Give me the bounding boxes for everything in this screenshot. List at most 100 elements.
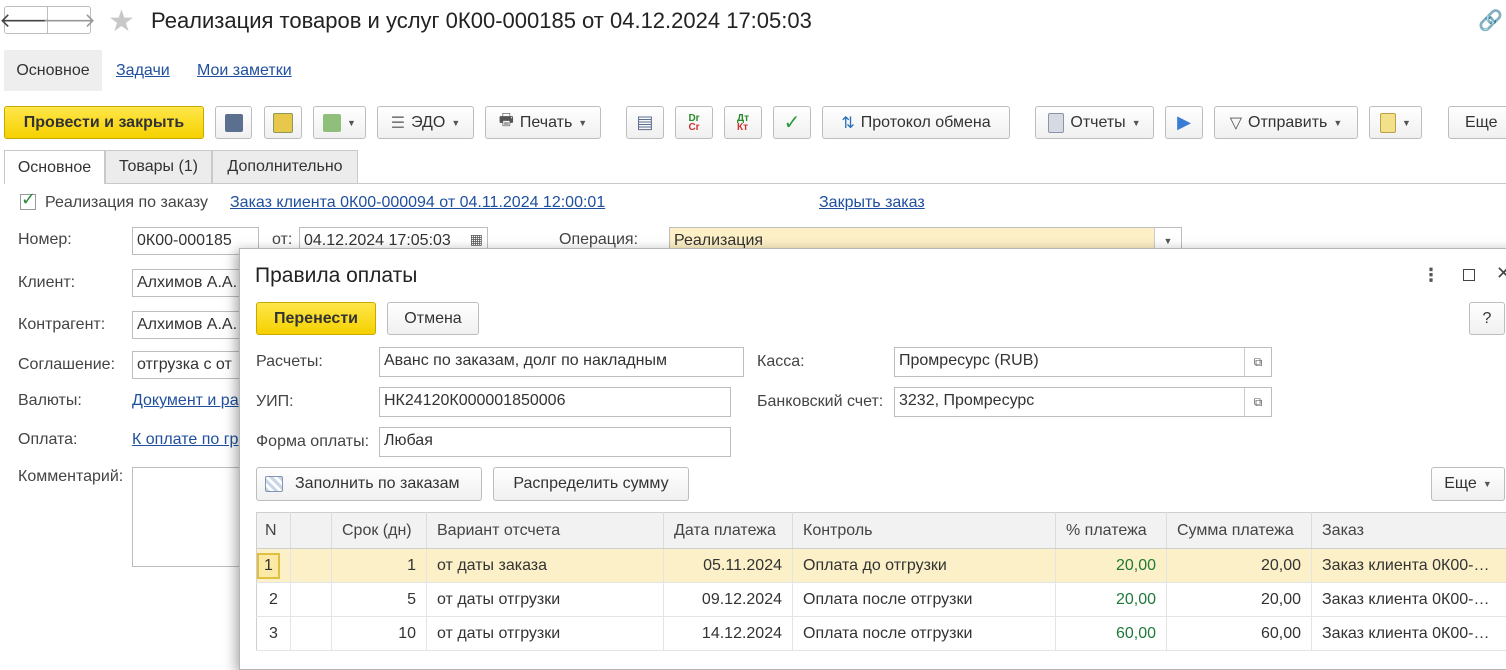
calendar-icon[interactable]: ▦ bbox=[470, 231, 483, 248]
cell-percent[interactable]: 20,00 bbox=[1056, 549, 1167, 583]
cell-order[interactable]: Заказ клиента 0К00-… bbox=[1312, 549, 1506, 583]
cell-control[interactable]: Оплата после отгрузки bbox=[793, 583, 1056, 617]
cell-percent[interactable]: 60,00 bbox=[1056, 617, 1167, 651]
favorite-star-icon[interactable]: ★ bbox=[108, 4, 135, 39]
dr-cr-button[interactable]: DrCr bbox=[675, 106, 713, 139]
col-percent[interactable]: % платежа bbox=[1056, 513, 1167, 549]
cancel-button[interactable]: Отмена bbox=[387, 302, 479, 335]
protocol-button[interactable]: ⇅Протокол обмена bbox=[822, 106, 1010, 139]
dialog-more-label: Еще bbox=[1444, 475, 1477, 493]
payment-link[interactable]: К оплате по гр bbox=[132, 431, 238, 449]
open-icon[interactable]: ⧉ bbox=[1244, 348, 1271, 376]
cell-term[interactable]: 10 bbox=[332, 617, 427, 651]
cell-control[interactable]: Оплата после отгрузки bbox=[793, 617, 1056, 651]
form-tab-additional[interactable]: Дополнительно bbox=[212, 150, 358, 183]
distribute-button[interactable]: Распределить сумму bbox=[493, 467, 689, 501]
cell-n[interactable]: 3 bbox=[257, 617, 291, 651]
nav-tab-main[interactable]: Основное bbox=[4, 50, 102, 91]
cell-date[interactable]: 05.11.2024 bbox=[664, 549, 793, 583]
post-and-close-button[interactable]: Провести и закрыть bbox=[4, 106, 204, 139]
order-link[interactable]: Заказ клиента 0К00-000094 от 04.11.2024 … bbox=[230, 194, 605, 212]
cell-icon[interactable] bbox=[291, 583, 332, 617]
contractor-field[interactable]: Алхимов А.А. bbox=[132, 311, 247, 339]
cell-amount[interactable]: 20,00 bbox=[1167, 583, 1312, 617]
table-row[interactable]: 2 5 от даты отгрузки 09.12.2024 Оплата п… bbox=[257, 583, 1506, 617]
payment-form-field[interactable]: Любая bbox=[379, 427, 731, 457]
edo-button[interactable]: ☰ЭДО▼ bbox=[377, 106, 474, 139]
list-button[interactable]: ▤ bbox=[626, 106, 664, 139]
maximize-icon[interactable] bbox=[1463, 269, 1475, 281]
cash-field[interactable]: Промресурс (RUB)⧉ bbox=[894, 347, 1272, 377]
reports-button[interactable]: Отчеты▼ bbox=[1035, 106, 1154, 139]
payment-rules-dialog: Правила оплаты ⋮ ✕ Перенести Отмена ? Ра… bbox=[239, 248, 1506, 670]
col-control[interactable]: Контроль bbox=[793, 513, 1056, 549]
transfer-button[interactable]: Перенести bbox=[256, 302, 376, 335]
dialog-more-button[interactable]: Еще▼ bbox=[1431, 467, 1505, 501]
settlements-field[interactable]: Аванс по заказам, долг по накладным bbox=[379, 347, 744, 377]
col-date[interactable]: Дата платежа bbox=[664, 513, 793, 549]
cell-icon[interactable] bbox=[291, 549, 332, 583]
cell-percent[interactable]: 20,00 bbox=[1056, 583, 1167, 617]
print-button[interactable]: 🖶Печать▼ bbox=[485, 106, 601, 139]
col-n[interactable]: N bbox=[257, 513, 291, 549]
cell-variant[interactable]: от даты заказа bbox=[427, 549, 664, 583]
currency-label: Валюты: bbox=[18, 392, 82, 410]
cell-n[interactable]: 2 bbox=[257, 583, 291, 617]
client-field[interactable]: Алхимов А.А. bbox=[132, 269, 247, 297]
help-button[interactable]: ? bbox=[1469, 302, 1505, 335]
cell-date[interactable]: 09.12.2024 bbox=[664, 583, 793, 617]
cell-date[interactable]: 14.12.2024 bbox=[664, 617, 793, 651]
bank-account-field[interactable]: 3232, Промресурс ⧉ bbox=[894, 387, 1272, 417]
edo-label: ЭДО bbox=[411, 114, 445, 132]
attach-button[interactable]: ▼ bbox=[1369, 106, 1422, 139]
cell-n[interactable]: 1 bbox=[257, 549, 291, 583]
cell-order[interactable]: Заказ клиента 0К00-… bbox=[1312, 617, 1506, 651]
dropdown-icon: ▼ bbox=[1333, 118, 1342, 128]
form-tab-main[interactable]: Основное bbox=[4, 150, 105, 184]
save-button[interactable] bbox=[215, 106, 252, 139]
col-icon[interactable] bbox=[291, 513, 332, 549]
create-based-on-button[interactable]: ▼ bbox=[313, 106, 366, 139]
cell-term[interactable]: 5 bbox=[332, 583, 427, 617]
table-row[interactable]: 1 1 от даты заказа 05.11.2024 Оплата до … bbox=[257, 549, 1506, 583]
col-order[interactable]: Заказ bbox=[1312, 513, 1506, 549]
table-row[interactable]: 3 10 от даты отгрузки 14.12.2024 Оплата … bbox=[257, 617, 1506, 651]
post-button[interactable] bbox=[264, 106, 302, 139]
cell-term[interactable]: 1 bbox=[332, 549, 427, 583]
fill-by-orders-button[interactable]: Заполнить по заказам bbox=[256, 467, 482, 501]
form-tab-goods[interactable]: Товары (1) bbox=[105, 150, 212, 183]
cell-control[interactable]: Оплата до отгрузки bbox=[793, 549, 1056, 583]
bank-account-value: 3232, Промресурс bbox=[899, 392, 1034, 409]
col-term[interactable]: Срок (дн) bbox=[332, 513, 427, 549]
open-icon[interactable]: ⧉ bbox=[1244, 388, 1271, 416]
fill-icon bbox=[265, 476, 283, 492]
nav-tab-tasks[interactable]: Задачи bbox=[116, 62, 170, 80]
cell-order[interactable]: Заказ клиента 0К00-… bbox=[1312, 583, 1506, 617]
more-button[interactable]: Еще bbox=[1448, 106, 1506, 139]
dt-kt-button[interactable]: ДтКт bbox=[724, 106, 762, 139]
col-variant[interactable]: Вариант отсчета bbox=[427, 513, 664, 549]
cell-variant[interactable]: от даты отгрузки bbox=[427, 583, 664, 617]
currency-link[interactable]: Документ и ра bbox=[132, 392, 239, 410]
send-button[interactable]: ▽Отправить▼ bbox=[1214, 106, 1358, 139]
by-order-checkbox[interactable]: ✓ bbox=[20, 194, 36, 210]
cell-icon[interactable] bbox=[291, 617, 332, 651]
close-order-link[interactable]: Закрыть заказ bbox=[819, 194, 925, 212]
cell-variant[interactable]: от даты отгрузки bbox=[427, 617, 664, 651]
comment-field[interactable] bbox=[132, 467, 247, 567]
check-button[interactable]: ✓ bbox=[773, 106, 811, 139]
play-button[interactable]: ▶ bbox=[1165, 106, 1203, 139]
col-amount[interactable]: Сумма платежа bbox=[1167, 513, 1312, 549]
payment-form-label: Форма оплаты: bbox=[256, 433, 369, 451]
reports-label: Отчеты bbox=[1070, 114, 1125, 132]
dialog-menu-icon[interactable]: ⋮ bbox=[1422, 265, 1440, 286]
uip-field[interactable]: НК24120К000001850006 bbox=[379, 387, 731, 417]
close-icon[interactable]: ✕ bbox=[1496, 263, 1506, 284]
forward-button[interactable]: 🡒 bbox=[47, 6, 91, 34]
tab-divider bbox=[4, 183, 1506, 184]
cell-amount[interactable]: 20,00 bbox=[1167, 549, 1312, 583]
agreement-field[interactable]: отгрузка с от bbox=[132, 351, 247, 379]
link-icon[interactable]: 🔗 bbox=[1478, 8, 1503, 33]
nav-tab-notes[interactable]: Мои заметки bbox=[197, 62, 292, 80]
cell-amount[interactable]: 60,00 bbox=[1167, 617, 1312, 651]
